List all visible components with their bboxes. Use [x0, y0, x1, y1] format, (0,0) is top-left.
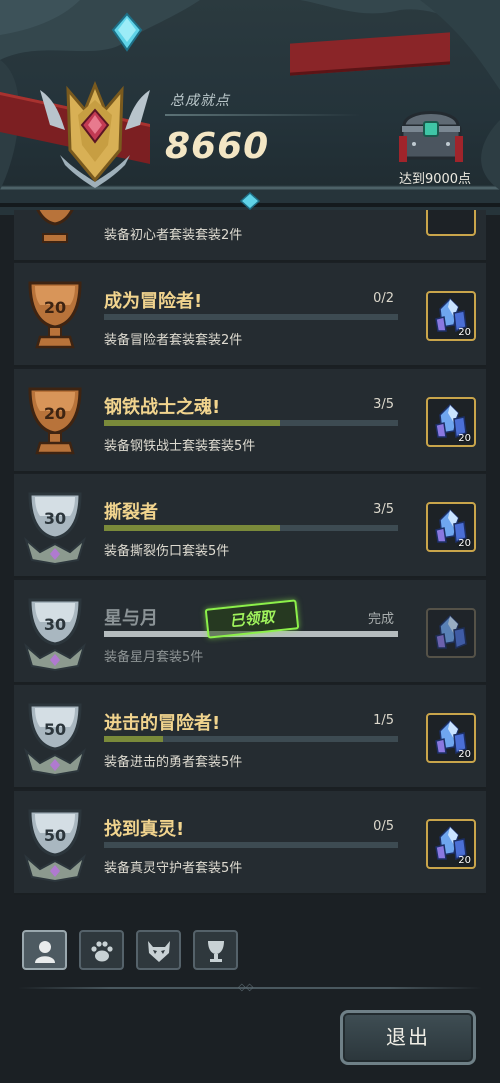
progress-bar-fill	[104, 736, 163, 742]
reward-slot[interactable]	[426, 607, 476, 658]
total-points-underline	[165, 114, 360, 116]
divider-ornament-icon: ◇◇	[238, 982, 254, 993]
achievement-progress: 3/5	[373, 396, 394, 412]
silver-trophy-icon: 50	[24, 703, 86, 777]
progress-bar	[104, 314, 398, 320]
reward-count: 20	[458, 327, 471, 338]
total-points-label: 总成就点	[170, 93, 230, 109]
achievement-row[interactable]: 50 找到真灵! 0/5 装备真灵守护者套装5件 20	[14, 790, 486, 895]
achievement-title: 钢铁战士之魂!	[104, 396, 221, 418]
achievement-title: 成为冒险者!	[104, 291, 203, 312]
svg-text:20: 20	[44, 404, 66, 423]
achievement-progress: 完成	[367, 611, 394, 627]
progress-bar	[104, 525, 398, 531]
achievement-row-partial[interactable]: 装备初心者套装套装2件	[14, 210, 486, 262]
trophy-icon	[208, 941, 224, 962]
tab-monsters[interactable]	[136, 930, 181, 970]
reward-slot[interactable]: 20	[426, 291, 476, 341]
tab-pets[interactable]	[79, 930, 124, 970]
svg-text:20: 20	[44, 298, 66, 317]
achievement-row[interactable]: 30 撕裂者 3/5 装备撕裂伤口套装5件 20	[14, 474, 486, 578]
achievement-list[interactable]: 装备初心者套装套装2件 20 成为冒险者! 0/2 装备冒险者套装套装2件 20 20 钢铁…	[14, 210, 486, 928]
svg-text:30: 30	[44, 615, 66, 634]
achievement-row[interactable]: 20 钢铁战士之魂! 3/5 装备钢铁战士套装套装5件 20	[14, 368, 486, 473]
reward-slot[interactable]: 20	[426, 713, 476, 763]
achievement-desc: 装备真灵守护者套装5件	[104, 860, 243, 876]
reward-count: 20	[458, 538, 471, 549]
tab-character[interactable]	[22, 930, 67, 970]
svg-text:50: 50	[44, 826, 66, 845]
achievement-progress: 0/5	[373, 818, 394, 834]
reward-slot[interactable]	[426, 210, 476, 236]
achievement-progress: 1/5	[373, 713, 394, 728]
progress-bar	[104, 419, 398, 426]
achievement-row[interactable]: 20 成为冒险者! 0/2 装备冒险者套装套装2件 20	[14, 263, 486, 367]
silver-trophy-icon: 50	[24, 809, 86, 882]
silver-trophy-icon: 30	[24, 598, 86, 671]
reward-slot[interactable]: 20	[426, 818, 476, 869]
progress-bar-fill	[104, 525, 281, 531]
total-points-value: 8660	[165, 126, 270, 167]
gem-icon	[111, 12, 143, 52]
achievement-desc: 装备冒险者套装套装2件	[104, 333, 243, 348]
bronze-trophy-icon: 20	[28, 387, 82, 454]
achievement-title: 星与月	[104, 607, 158, 629]
achievement-header: 总成就点 8660 达到9000点	[0, 0, 500, 215]
bronze-trophy-icon: 20	[28, 281, 82, 349]
reward-count: 20	[458, 854, 471, 866]
exit-button[interactable]: 退出	[340, 1010, 476, 1065]
achievement-progress: 0/2	[373, 291, 394, 306]
achievement-progress: 3/5	[373, 502, 394, 517]
achievement-title: 进击的冒险者!	[104, 713, 221, 734]
progress-bar	[104, 736, 398, 742]
progress-bar-fill	[104, 419, 281, 426]
reach-target-label: 达到9000点	[398, 172, 472, 187]
silver-trophy-icon: 30	[24, 492, 86, 566]
reward-slot[interactable]: 20	[426, 396, 476, 447]
character-icon	[35, 941, 55, 963]
reward-count: 20	[458, 432, 471, 444]
bronze-trophy-icon	[36, 210, 74, 243]
frame-gem-icon	[240, 192, 260, 210]
paw-icon	[91, 941, 113, 962]
tab-achievements[interactable]	[193, 930, 238, 970]
svg-text:50: 50	[44, 720, 66, 739]
reward-slot[interactable]: 20	[426, 502, 476, 552]
achievement-emblem-icon	[40, 80, 150, 188]
svg-text:30: 30	[44, 509, 66, 528]
mask-icon	[148, 941, 170, 962]
achievement-desc: 装备进击的勇者套装5件	[104, 755, 243, 770]
reward-chest-icon[interactable]	[396, 100, 466, 166]
achievement-row[interactable]: 50 进击的冒险者! 1/5 装备进击的勇者套装5件 20	[14, 685, 486, 789]
achievement-row[interactable]: 30 星与月 完成 装备星月套装5件 已领取	[14, 579, 486, 684]
progress-bar	[104, 841, 398, 848]
achievement-title: 撕裂者	[104, 502, 158, 523]
achievement-desc: 装备撕裂伤口套装5件	[104, 544, 230, 559]
reward-count: 20	[458, 749, 471, 760]
achievement-title: 找到真灵!	[104, 818, 185, 840]
achievement-desc: 装备钢铁战士套装套装5件	[104, 438, 256, 454]
crystal-icon	[435, 614, 467, 649]
achievement-desc: 装备初心者套装套装2件	[104, 228, 243, 243]
achievement-desc: 装备星月套装5件	[104, 649, 204, 665]
